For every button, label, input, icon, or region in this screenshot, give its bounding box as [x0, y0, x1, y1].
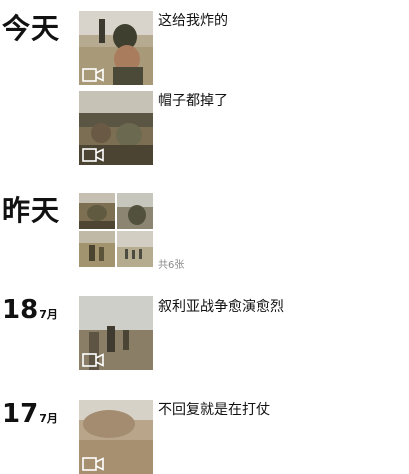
video-camera-icon: [82, 148, 104, 162]
video-thumbnail[interactable]: [79, 296, 153, 370]
video-camera-icon: [82, 68, 104, 82]
date-day: 18: [2, 295, 39, 325]
post-caption: 叙利亚战争愈演愈烈: [158, 299, 284, 315]
photo-count: 共6张: [158, 260, 185, 271]
photo-thumbnail[interactable]: [79, 231, 115, 267]
date-month: 7月: [39, 412, 58, 425]
date-18-july: 187月: [2, 297, 58, 323]
photo-album-grid[interactable]: [79, 193, 153, 267]
photo-thumbnail[interactable]: [117, 231, 153, 267]
video-thumbnail[interactable]: [79, 11, 153, 85]
date-day: 17: [2, 399, 39, 429]
date-17-july: 177月: [2, 401, 58, 427]
photo-thumbnail[interactable]: [79, 193, 115, 229]
date-yesterday: 昨天: [2, 194, 61, 227]
video-thumbnail[interactable]: [79, 400, 153, 474]
video-camera-icon: [82, 457, 104, 471]
video-thumbnail[interactable]: [79, 91, 153, 165]
date-month: 7月: [39, 308, 58, 321]
post-caption: 这给我炸的: [158, 13, 228, 29]
photo-thumbnail[interactable]: [117, 193, 153, 229]
video-camera-icon: [82, 353, 104, 367]
date-today: 今天: [2, 12, 61, 45]
post-caption: 帽子都掉了: [158, 93, 228, 109]
post-caption: 不回复就是在打仗: [158, 402, 270, 418]
